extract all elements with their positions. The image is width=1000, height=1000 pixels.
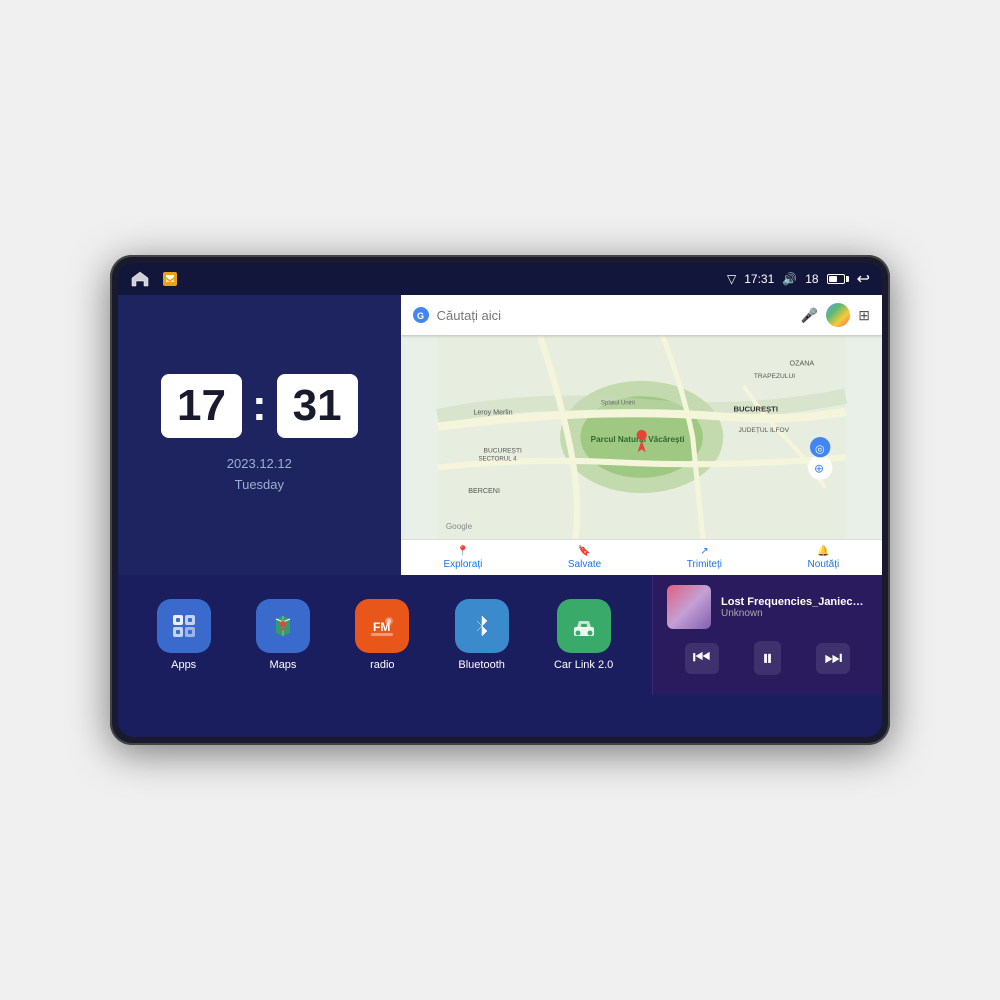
status-bar: ▽ 17:31 🔊 18 ↩	[118, 263, 882, 295]
screen: ▽ 17:31 🔊 18 ↩ 17 : 31	[118, 263, 882, 737]
clock-date: 2023.12.12 Tuesday	[227, 454, 292, 496]
map-search-input[interactable]	[437, 308, 793, 323]
bluetooth-label: Bluetooth	[458, 659, 504, 671]
music-controls: ⏮ ⏸ ⏭	[667, 637, 868, 679]
apps-section: Apps	[118, 575, 652, 695]
svg-text:Leroy Merlin: Leroy Merlin	[473, 409, 512, 417]
svg-text:Google: Google	[445, 522, 472, 531]
svg-text:G: G	[417, 311, 424, 321]
album-art	[667, 585, 711, 629]
svg-text:JUDEȚUL ILFOV: JUDEȚUL ILFOV	[738, 427, 789, 434]
svg-text:OZANA: OZANA	[789, 360, 814, 368]
map-search-bar: G 🎤 ⊞	[401, 295, 882, 335]
map-layers-icon[interactable]: ⊞	[858, 307, 870, 324]
app-item-bluetooth[interactable]: Bluetooth	[455, 599, 509, 671]
music-text: Lost Frequencies_Janieck Devy-... Unknow…	[721, 596, 868, 619]
music-info: Lost Frequencies_Janieck Devy-... Unknow…	[667, 585, 868, 629]
app-item-maps[interactable]: Maps	[256, 599, 310, 671]
voice-search-icon[interactable]: 🎤	[801, 307, 818, 324]
clock-display: 17 : 31	[161, 374, 358, 438]
svg-text:⊕: ⊕	[814, 462, 824, 476]
map-roads-svg: Parcul Natural Văcărești Leroy Merlin BU…	[401, 335, 882, 539]
maps-label: Maps	[270, 659, 297, 671]
album-art-image	[667, 585, 711, 629]
signal-strength: 18	[805, 272, 818, 286]
clock-hours: 17	[161, 374, 242, 438]
play-pause-button[interactable]: ⏸	[754, 641, 781, 675]
map-navigation-bar: 📍 Explorați 🔖 Salvate ↗ Trimiteți 🔔	[401, 539, 882, 575]
app-item-radio[interactable]: FM radio	[355, 599, 409, 671]
maps-shortcut-icon[interactable]	[160, 269, 180, 289]
svg-text:SECTORUL 4: SECTORUL 4	[478, 455, 517, 462]
svg-text:BUCUREȘTI: BUCUREȘTI	[483, 447, 521, 454]
volume-icon: 🔊	[782, 272, 797, 286]
map-widget[interactable]: G 🎤 ⊞	[401, 295, 882, 575]
google-account-icon[interactable]	[826, 303, 850, 327]
music-title: Lost Frequencies_Janieck Devy-...	[721, 596, 868, 608]
navigation-icon: ▽	[727, 272, 736, 286]
map-nav-share[interactable]: ↗ Trimiteți	[687, 546, 722, 570]
music-artist: Unknown	[721, 608, 868, 619]
status-left-icons	[130, 269, 180, 289]
battery-icon	[827, 274, 849, 284]
status-right-info: ▽ 17:31 🔊 18 ↩	[727, 269, 870, 289]
clock-minutes: 31	[277, 374, 358, 438]
next-button[interactable]: ⏭	[816, 643, 850, 674]
maps-icon	[256, 599, 310, 653]
carlink-icon	[557, 599, 611, 653]
prev-button[interactable]: ⏮	[685, 643, 719, 674]
app-item-carlink[interactable]: Car Link 2.0	[554, 599, 613, 671]
svg-text:Splaiul Unirii: Splaiul Unirii	[601, 399, 635, 406]
car-infotainment-device: ▽ 17:31 🔊 18 ↩ 17 : 31	[110, 255, 890, 745]
app-item-apps[interactable]: Apps	[157, 599, 211, 671]
time-display: 17:31	[744, 272, 774, 286]
map-nav-news[interactable]: 🔔 Noutăți	[808, 546, 840, 570]
clock-colon: :	[252, 384, 267, 428]
carlink-label: Car Link 2.0	[554, 659, 613, 671]
map-area[interactable]: Parcul Natural Văcărești Leroy Merlin BU…	[401, 335, 882, 539]
top-row: 17 : 31 2023.12.12 Tuesday G	[118, 295, 882, 575]
radio-label: radio	[370, 659, 394, 671]
map-background: Parcul Natural Văcărești Leroy Merlin BU…	[401, 335, 882, 539]
map-nav-saved[interactable]: 🔖 Salvate	[568, 546, 601, 570]
radio-icon: FM	[355, 599, 409, 653]
google-maps-logo-icon: G	[413, 307, 429, 323]
apps-label: Apps	[171, 659, 196, 671]
svg-text:TRAPEZULUI: TRAPEZULUI	[754, 373, 795, 380]
clock-widget: 17 : 31 2023.12.12 Tuesday	[118, 295, 401, 575]
apps-icon	[157, 599, 211, 653]
svg-text:BERCENI: BERCENI	[468, 487, 500, 495]
bottom-row: Apps	[118, 575, 882, 695]
bluetooth-icon	[455, 599, 509, 653]
main-content: 17 : 31 2023.12.12 Tuesday G	[118, 295, 882, 737]
svg-text:◎: ◎	[815, 443, 825, 455]
svg-text:BUCUREȘTI: BUCUREȘTI	[733, 405, 777, 414]
music-player: Lost Frequencies_Janieck Devy-... Unknow…	[652, 575, 882, 695]
back-icon[interactable]: ↩	[857, 269, 870, 289]
map-nav-explore[interactable]: 📍 Explorați	[443, 546, 482, 570]
home-icon[interactable]	[130, 269, 150, 289]
